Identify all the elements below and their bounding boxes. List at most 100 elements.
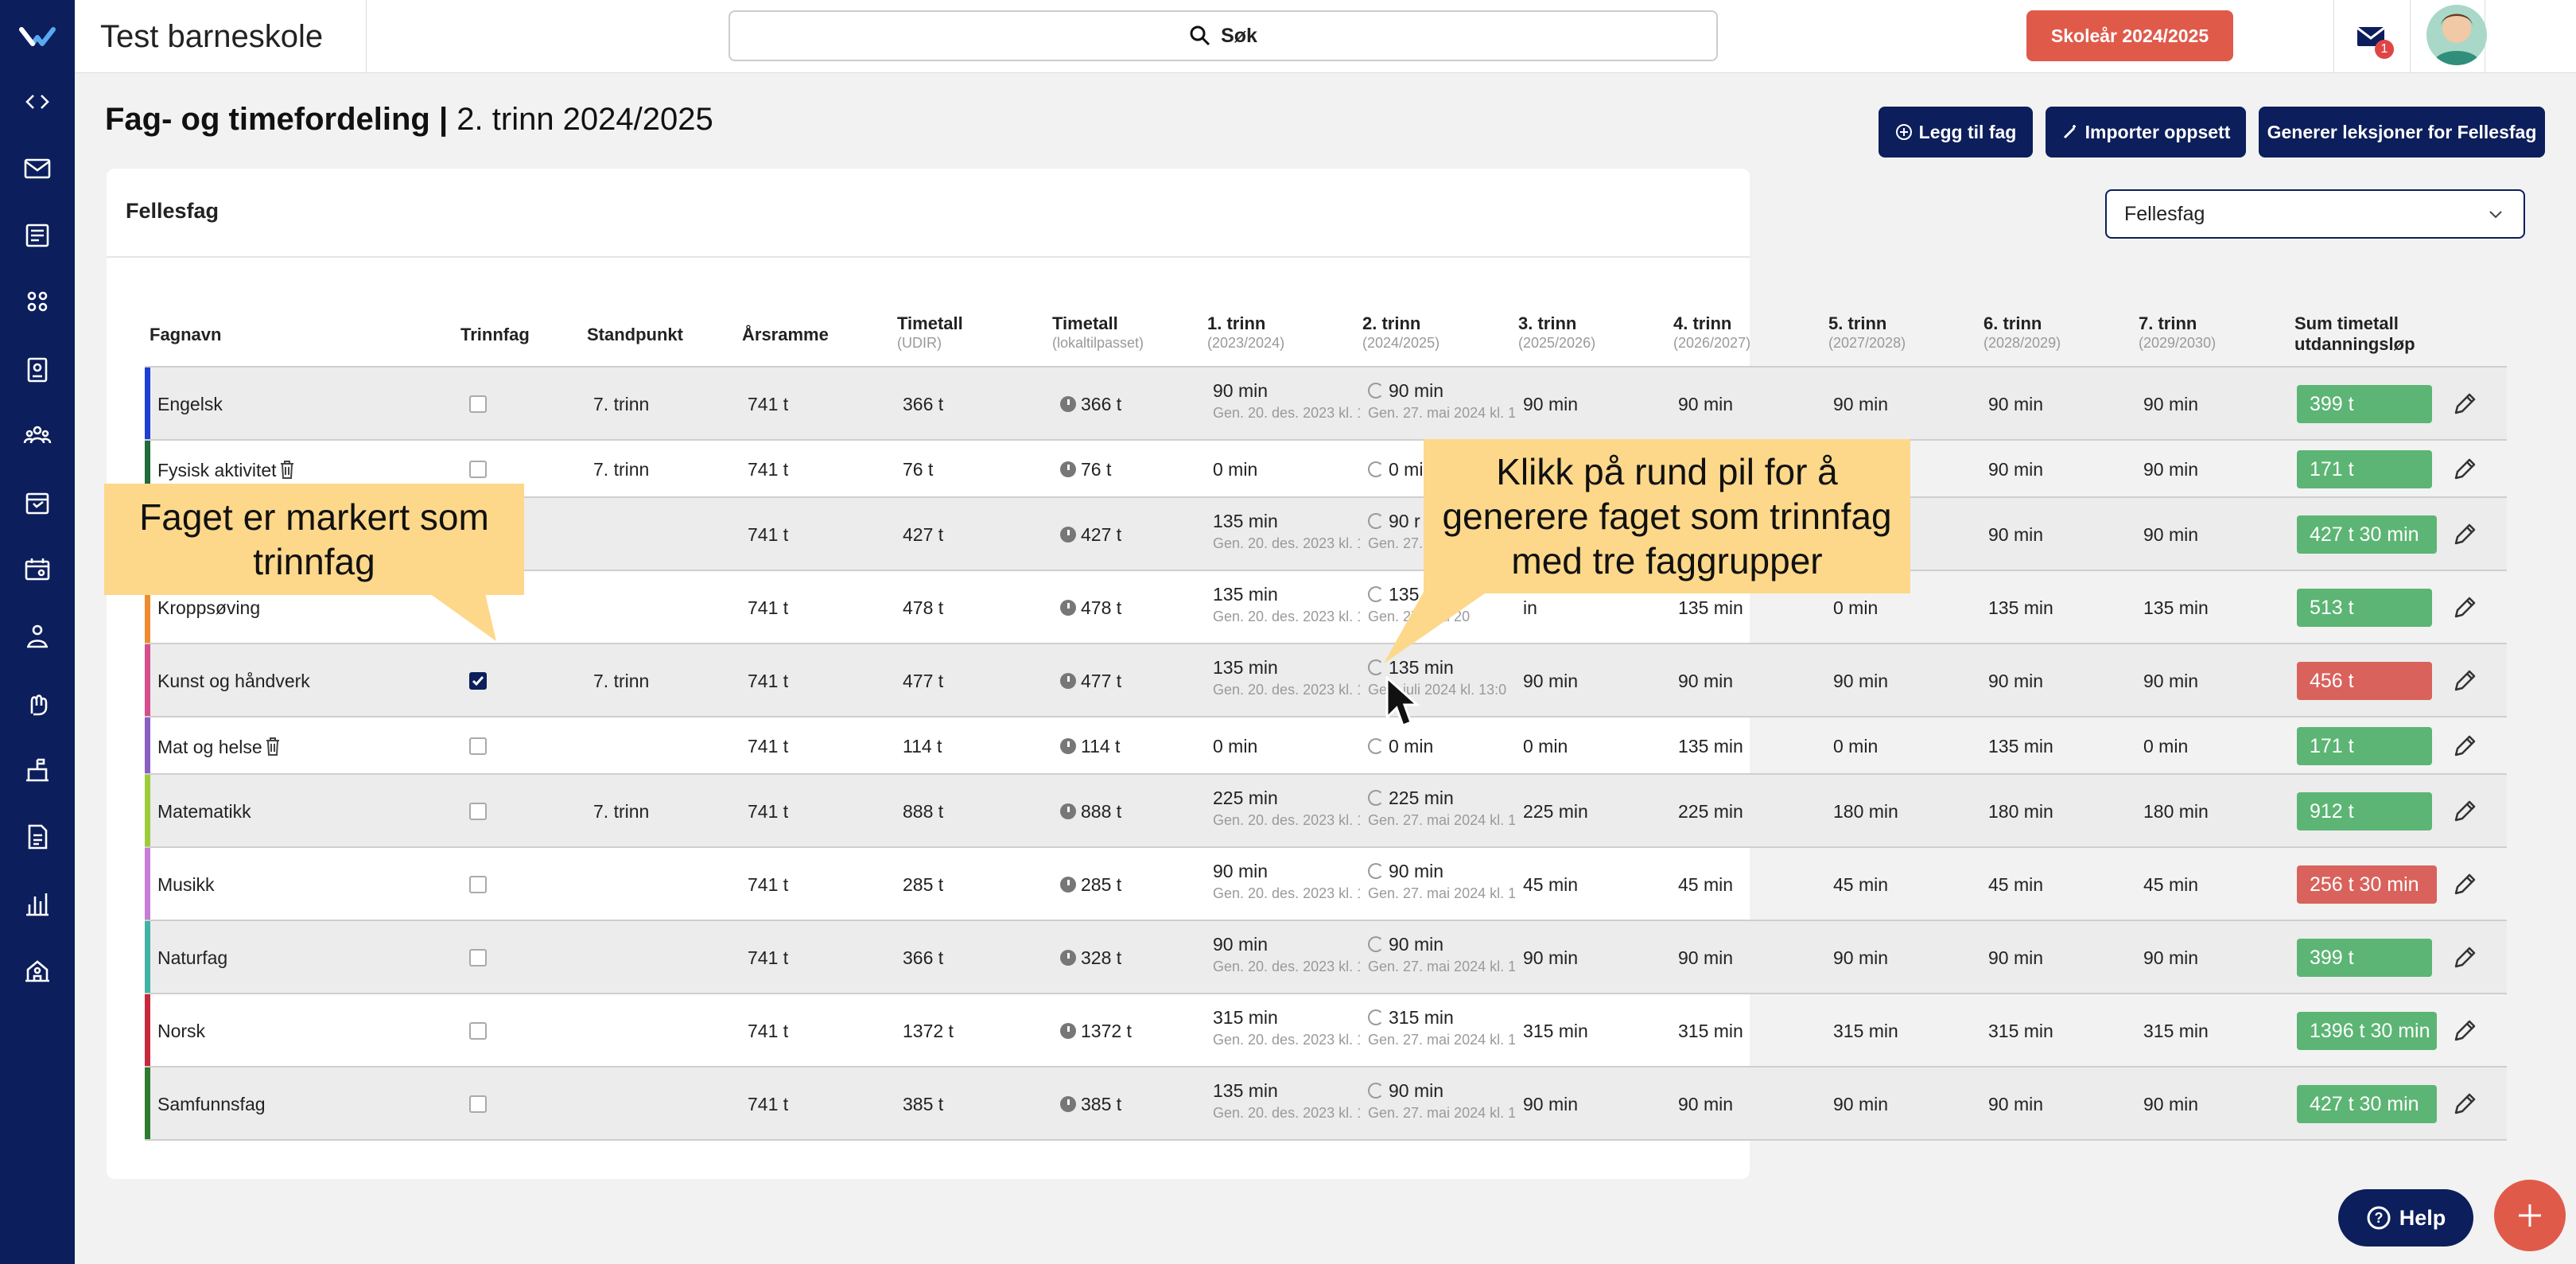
header-fagnavn: Fagnavn: [150, 325, 222, 344]
edit-pencil-icon[interactable]: [2451, 1091, 2478, 1118]
trinn-5-value: 90 min: [1833, 947, 1889, 968]
trinn-2-value[interactable]: 90 min Gen. 27. mai 2024 kl. 11: [1368, 934, 1515, 975]
subject-name[interactable]: Kroppsøving: [157, 597, 260, 619]
edit-pencil-icon[interactable]: [2451, 1017, 2478, 1044]
divider: [107, 256, 1750, 258]
refresh-icon[interactable]: [1368, 863, 1384, 879]
edit-pencil-icon[interactable]: [2451, 594, 2478, 621]
subject-name[interactable]: Kunst og håndverk: [157, 671, 310, 692]
trinnfag-checkbox[interactable]: [469, 1022, 487, 1040]
subject-type-select[interactable]: Fellesfag: [2105, 189, 2525, 239]
trash-icon[interactable]: [278, 459, 296, 480]
trinn-2-value[interactable]: 90 min Gen. 27. mai 2024 kl. 11: [1368, 1080, 1515, 1122]
refresh-icon[interactable]: [1368, 738, 1384, 754]
edit-pencil-icon[interactable]: [2451, 944, 2478, 971]
school-icon[interactable]: [0, 737, 75, 803]
subject-name[interactable]: Fysisk aktivitet: [157, 459, 296, 481]
subject-name[interactable]: Engelsk: [157, 394, 223, 415]
header-trinn-2: 2. trinn (2024/2025): [1362, 313, 1440, 352]
subject-name[interactable]: Naturfag: [157, 947, 227, 969]
app-logo-icon[interactable]: [17, 18, 57, 57]
header-label: 1. trinn: [1207, 313, 1266, 333]
edit-pencil-icon[interactable]: [2451, 733, 2478, 760]
edit-pencil-icon[interactable]: [2451, 667, 2478, 694]
subject-name-text: Fysisk aktivitet: [157, 460, 277, 480]
subject-name[interactable]: Matematikk: [157, 801, 251, 823]
trinn-1-value: 90 min Gen. 20. des. 2023 kl. 1: [1213, 861, 1360, 902]
refresh-icon[interactable]: [1368, 790, 1384, 806]
teacher-icon[interactable]: [0, 603, 75, 670]
trinn-1-value: 90 min Gen. 20. des. 2023 kl. 1: [1213, 934, 1360, 975]
refresh-icon[interactable]: [1368, 936, 1384, 952]
edit-pencil-icon[interactable]: [2451, 798, 2478, 825]
header-label: 5. trinn: [1828, 313, 1887, 333]
trinn-2-value[interactable]: 0 min: [1368, 736, 1433, 757]
timetable-icon[interactable]: [0, 469, 75, 536]
trinn-4-value: 45 min: [1678, 874, 1734, 895]
refresh-icon[interactable]: [1368, 1009, 1384, 1025]
clock-icon: [1060, 461, 1076, 477]
trinn-1-minutes: 135 min: [1213, 1080, 1278, 1101]
edit-pencil-icon[interactable]: [2451, 391, 2478, 418]
school-year-button[interactable]: Skoleår 2024/2025: [2026, 10, 2233, 61]
add-subject-button[interactable]: Legg til fag: [1879, 107, 2033, 158]
mail-icon[interactable]: [0, 135, 75, 202]
timetall-lokal: 888 t: [1060, 801, 1121, 823]
subject-name[interactable]: Mat og helse: [157, 736, 282, 758]
trinnfag-checkbox[interactable]: [469, 461, 487, 478]
import-setup-button[interactable]: Importer oppsett: [2046, 107, 2246, 158]
trinnfag-checkbox[interactable]: [469, 737, 487, 755]
trinn-3-value: 90 min: [1523, 394, 1579, 414]
trinn-4-value: 135 min: [1678, 736, 1743, 756]
trinn-2-value[interactable]: 90 min Gen. 27. mai 2024 kl. 11: [1368, 380, 1515, 422]
sidebar: [0, 0, 75, 1264]
trinn-2-value[interactable]: 0 mi: [1368, 459, 1423, 480]
document-icon[interactable]: [0, 803, 75, 870]
stats-icon[interactable]: [0, 870, 75, 937]
trinnfag-checkbox[interactable]: [469, 876, 487, 893]
trinn-4-value: 135 min: [1678, 597, 1743, 618]
trinnfag-checkbox[interactable]: [469, 672, 487, 690]
trinn-2-value[interactable]: 90 min Gen. 27. mai 2024 kl. 11: [1368, 861, 1515, 902]
add-fab-button[interactable]: [2494, 1180, 2566, 1251]
clipboard-icon[interactable]: [0, 336, 75, 403]
help-button[interactable]: ? Help: [2338, 1189, 2473, 1246]
building-icon[interactable]: [0, 937, 75, 1004]
trinnfag-checkbox[interactable]: [469, 395, 487, 413]
trinn-2-value[interactable]: 315 min Gen. 27. mai 2024 kl. 11: [1368, 1007, 1515, 1048]
news-icon[interactable]: [0, 202, 75, 269]
trinn-2-value[interactable]: 225 min Gen. 27. mai 2024 kl. 11: [1368, 788, 1515, 829]
timetall-lokal: 1372 t: [1060, 1021, 1132, 1042]
avatar[interactable]: [2426, 5, 2487, 65]
refresh-icon[interactable]: [1368, 383, 1384, 399]
header-trinn-5: 5. trinn (2027/2028): [1828, 313, 1906, 352]
header-label: Timetall: [1052, 313, 1118, 333]
calendar-icon[interactable]: [0, 536, 75, 603]
edit-pencil-icon[interactable]: [2451, 521, 2478, 548]
generate-lessons-button[interactable]: Generer leksjoner for Fellesfag: [2259, 107, 2545, 158]
people-icon[interactable]: [0, 269, 75, 336]
hand-icon[interactable]: [0, 670, 75, 737]
refresh-icon[interactable]: [1368, 659, 1384, 675]
clock-icon: [1060, 527, 1076, 543]
school-name: Test barneskole: [100, 0, 367, 73]
refresh-icon[interactable]: [1368, 1083, 1384, 1099]
subject-name[interactable]: Samfunnsfag: [157, 1094, 266, 1115]
trinn-7-value: 90 min: [2143, 1094, 2199, 1114]
subject-name[interactable]: Norsk: [157, 1021, 205, 1042]
trinn-2-minutes: 90 min: [1389, 861, 1444, 881]
trash-icon[interactable]: [264, 736, 282, 756]
refresh-icon[interactable]: [1368, 586, 1384, 602]
expand-icon[interactable]: [0, 68, 75, 135]
trinnfag-checkbox[interactable]: [469, 949, 487, 966]
trinn-7-value: 45 min: [2143, 874, 2199, 895]
groups-icon[interactable]: [0, 403, 75, 469]
refresh-icon[interactable]: [1368, 513, 1384, 529]
trinnfag-checkbox[interactable]: [469, 1095, 487, 1113]
refresh-icon[interactable]: [1368, 461, 1384, 477]
edit-pencil-icon[interactable]: [2451, 871, 2478, 898]
search-input[interactable]: Søk: [729, 10, 1718, 61]
trinnfag-checkbox[interactable]: [469, 803, 487, 820]
subject-name[interactable]: Musikk: [157, 874, 215, 896]
edit-pencil-icon[interactable]: [2451, 456, 2478, 483]
